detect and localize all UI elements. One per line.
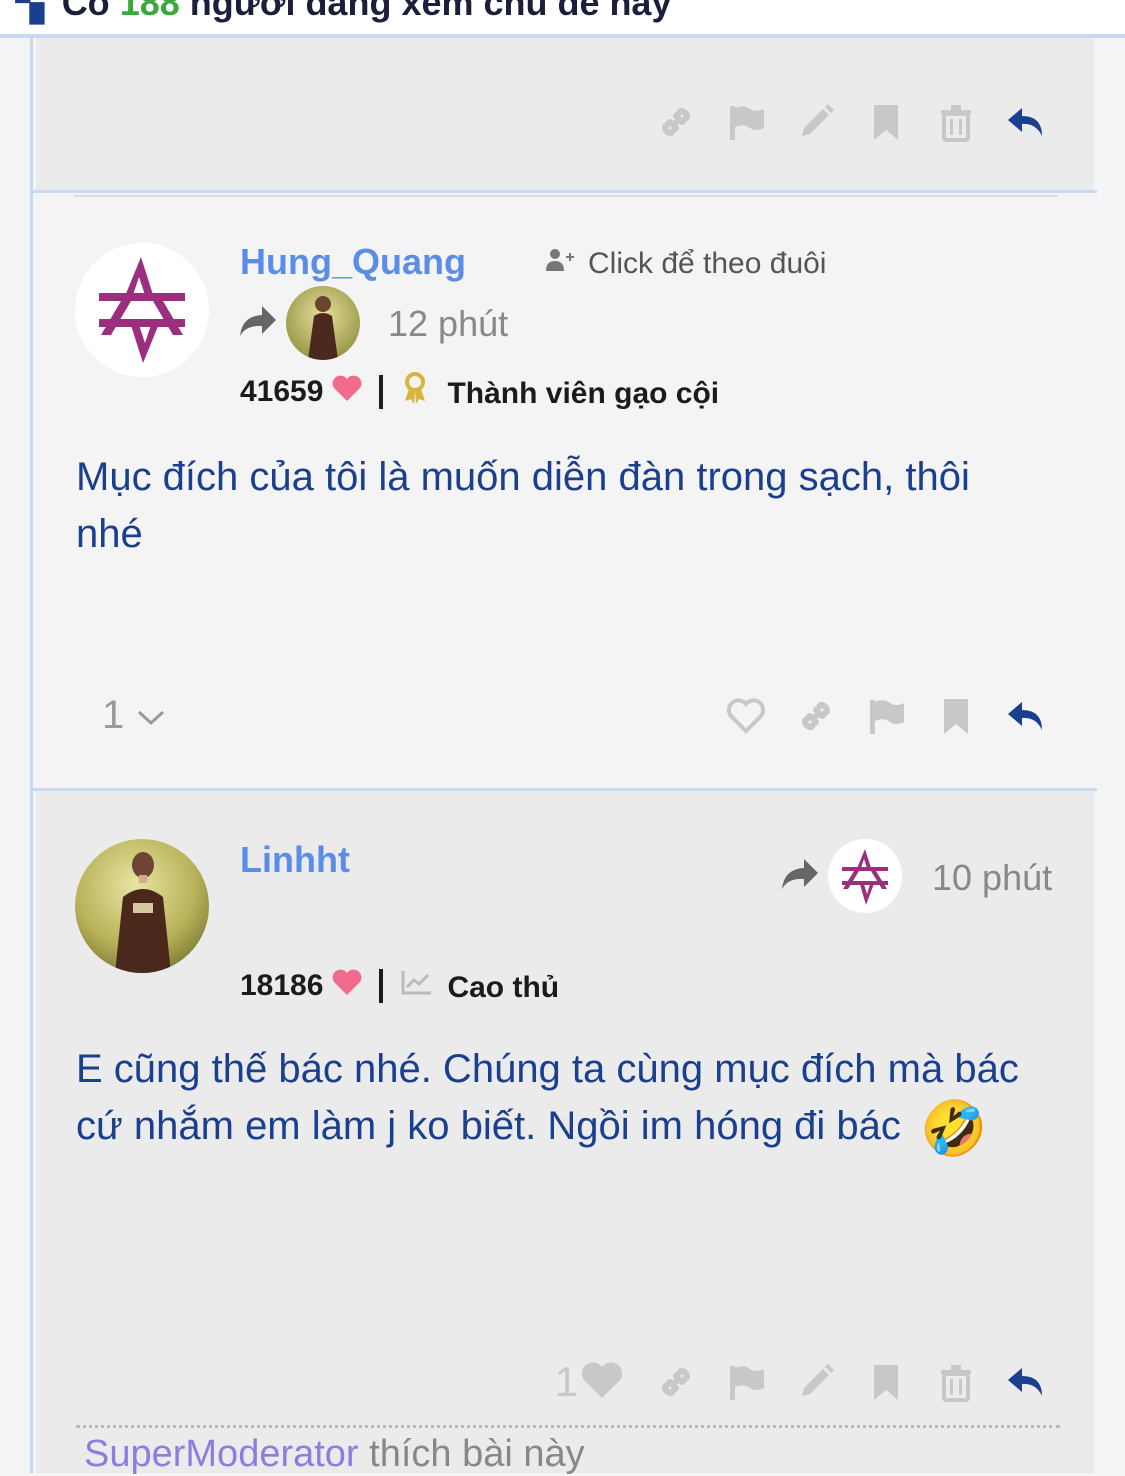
flag-icon[interactable] — [726, 102, 766, 142]
post-hung-quang: Hung_Quang Click để theo đuôi 12 phút 41… — [36, 193, 1094, 788]
reply-count: 1 — [102, 693, 125, 737]
chart-line-icon — [401, 969, 433, 1003]
heart-icon — [331, 968, 363, 1004]
avatar[interactable] — [75, 243, 209, 377]
post-body: Mục đích của tôi là muốn diễn đàn trong … — [76, 455, 970, 556]
reply-icon[interactable] — [1006, 102, 1046, 142]
bookmark-icon[interactable] — [936, 696, 976, 736]
post-top-line — [74, 195, 1058, 197]
viewers-prefix: Có — [61, 0, 110, 23]
liked-by-text: thích bài này — [369, 1433, 585, 1475]
flag-icon[interactable] — [866, 696, 906, 736]
liked-by-user[interactable]: SuperModerator — [84, 1433, 359, 1475]
user-stats: 18186 Cao thủ — [240, 967, 559, 1005]
flag-icon[interactable] — [726, 1362, 766, 1402]
trash-icon[interactable] — [936, 102, 976, 142]
post-time: 12 phút — [388, 303, 509, 344]
share-arrow-icon — [238, 304, 278, 343]
reply-icon[interactable] — [1006, 1362, 1046, 1402]
like-control[interactable]: 1 — [555, 1358, 626, 1406]
edit-icon[interactable] — [796, 1362, 836, 1402]
viewers-icon: ▚ — [16, 0, 44, 23]
username[interactable]: Hung_Quang — [240, 241, 466, 283]
viewer-count: 188 — [119, 0, 180, 23]
rank-label: Thành viên gạo cội — [447, 377, 720, 410]
reply-reference[interactable] — [238, 286, 360, 360]
follow-button[interactable]: Click để theo đuôi — [544, 247, 826, 281]
reply-reference[interactable] — [780, 839, 902, 913]
post-actions — [656, 102, 1046, 142]
stats-divider — [379, 969, 384, 1003]
post-actions — [726, 696, 1046, 736]
quoted-avatar — [286, 286, 360, 360]
viewers-header: ▚ Có 188 người đang xem chủ đề này — [0, 0, 1125, 38]
post-linhht: Linhht 10 phút 18186 Cao thủ E cũng thế … — [36, 791, 1094, 1476]
liked-by: SuperModerator thích bài này — [84, 1433, 585, 1476]
bookmark-icon[interactable] — [866, 102, 906, 142]
post-body-text: E cũng thế bác nhé. Chúng ta cùng mục đí… — [76, 1047, 1019, 1148]
thread-column: Hung_Quang Click để theo đuôi 12 phút 41… — [30, 38, 1097, 1476]
link-icon[interactable] — [796, 696, 836, 736]
post-actions: 1 — [555, 1358, 1046, 1406]
avatar[interactable] — [75, 839, 209, 973]
follow-label: Click để theo đuôi — [588, 247, 827, 280]
link-icon[interactable] — [656, 1362, 696, 1402]
stats-divider — [379, 375, 384, 409]
post-body: E cũng thế bác nhé. Chúng ta cùng mục đí… — [76, 1041, 1061, 1158]
post-time: 10 phút — [932, 857, 1053, 898]
likes-divider — [76, 1425, 1060, 1428]
heart-icon — [331, 374, 363, 410]
heart-outline-icon[interactable] — [726, 696, 766, 736]
rank-badge-icon — [401, 371, 429, 413]
reply-icon[interactable] — [1006, 696, 1046, 736]
like-total: 41659 — [240, 375, 324, 408]
viewers-suffix: người đang xem chủ đề này — [189, 0, 672, 23]
like-total: 18186 — [240, 969, 324, 1002]
rank-label: Cao thủ — [447, 971, 560, 1004]
trash-icon[interactable] — [936, 1362, 976, 1402]
edit-icon[interactable] — [796, 102, 836, 142]
post-previous — [36, 38, 1094, 190]
link-icon[interactable] — [656, 102, 696, 142]
chevron-down-icon — [136, 693, 166, 738]
quoted-avatar — [828, 839, 902, 913]
user-stats: 41659 Thành viên gạo cội — [240, 371, 719, 413]
reply-count-toggle[interactable]: 1 — [102, 693, 166, 738]
like-count: 1 — [554, 1358, 578, 1405]
username[interactable]: Linhht — [240, 839, 350, 881]
share-arrow-icon — [780, 857, 820, 896]
user-add-icon — [544, 247, 574, 281]
bookmark-icon[interactable] — [866, 1362, 906, 1402]
heart-filled-icon — [578, 1360, 626, 1405]
rofl-emoji: 🤣 — [920, 1099, 988, 1159]
